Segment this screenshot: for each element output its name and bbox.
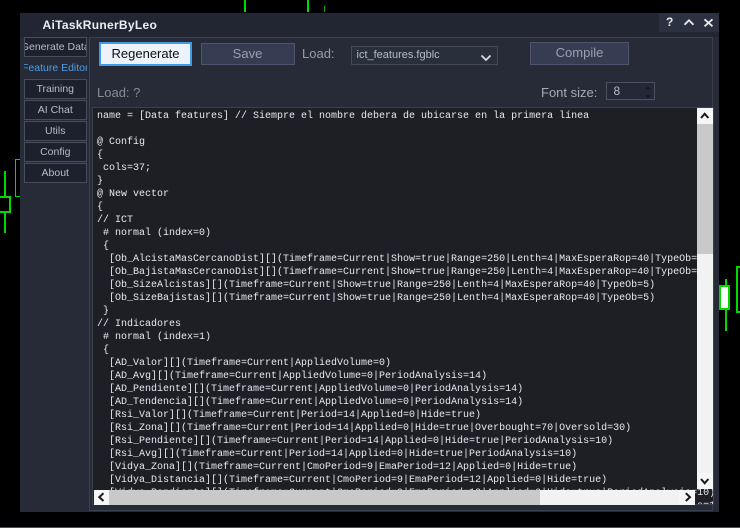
svg-text:?: ? bbox=[666, 15, 673, 29]
